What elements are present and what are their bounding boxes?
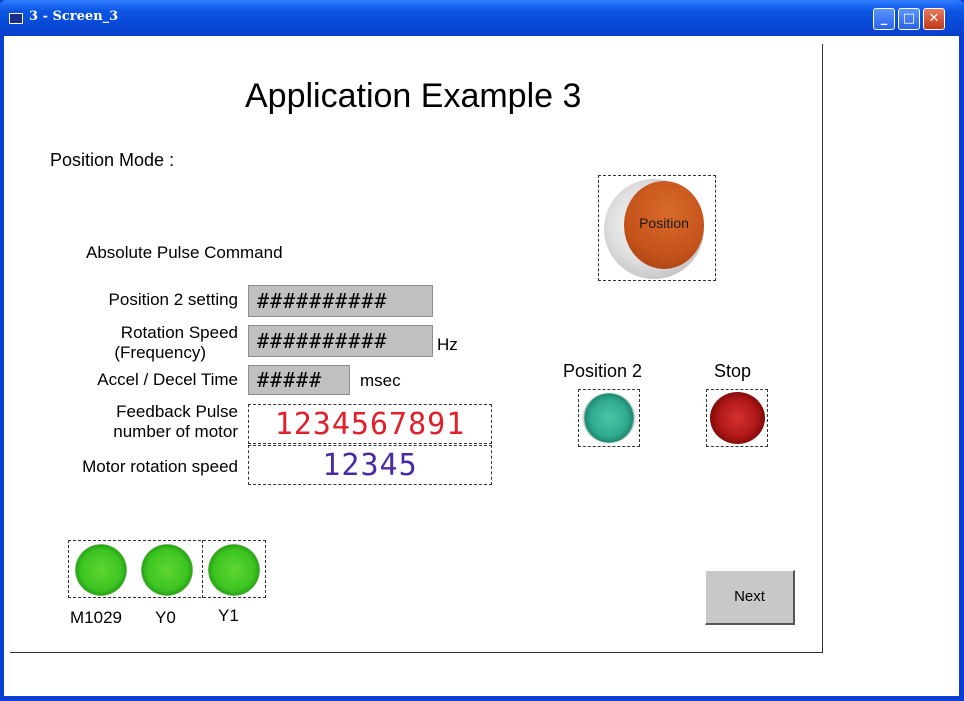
motor-rotation-speed-display: 12345 xyxy=(248,445,492,485)
stop-button[interactable] xyxy=(710,392,765,444)
feedback-pulse-display: 1234567891 xyxy=(248,404,492,444)
maximize-button[interactable]: □ xyxy=(898,8,920,30)
y1-lamp-label: Y1 xyxy=(218,606,239,625)
position2-button-frame[interactable] xyxy=(578,389,640,447)
y0-lamp xyxy=(141,544,193,596)
m1029-lamp-label: M1029 xyxy=(70,608,122,627)
stop-button-label: Stop xyxy=(714,361,752,381)
y0-lamp-label: Y0 xyxy=(155,608,176,627)
msec-unit-label: msec xyxy=(360,371,401,390)
stop-button-frame[interactable] xyxy=(706,389,768,447)
next-button[interactable]: Next xyxy=(705,570,795,625)
lamp-group xyxy=(68,540,266,598)
position-mode-label: Position Mode : xyxy=(50,150,175,170)
application-window: 3 - Screen_3 _ □ ✕ Application Example 3… xyxy=(0,0,964,701)
lamp-divider xyxy=(202,540,203,598)
position2-setting-input[interactable]: ########## xyxy=(248,285,433,317)
feedback-pulse-label: Feedback Pulse number of motor xyxy=(50,402,238,442)
window-title: 3 - Screen_3 xyxy=(29,9,119,24)
position2-setting-label: Position 2 setting xyxy=(108,290,238,309)
rotation-speed-label-line1: Rotation Speed xyxy=(120,323,238,342)
page-title: Application Example 3 xyxy=(245,77,582,115)
accel-decel-label: Accel / Decel Time xyxy=(97,370,238,389)
title-bar[interactable]: 3 - Screen_3 _ □ ✕ xyxy=(0,0,964,36)
position2-button[interactable] xyxy=(582,393,636,443)
minimize-button[interactable]: _ xyxy=(873,8,895,30)
position-button-label: Position xyxy=(639,215,689,231)
m1029-lamp xyxy=(75,544,127,596)
client-area: Application Example 3 Position Mode : Ab… xyxy=(4,36,959,696)
feedback-pulse-label-line1: Feedback Pulse xyxy=(116,402,238,421)
rotation-speed-input[interactable]: ########## xyxy=(248,325,433,357)
absolute-pulse-command-label: Absolute Pulse Command xyxy=(86,243,283,262)
accel-decel-input[interactable]: ##### xyxy=(248,365,350,395)
feedback-pulse-label-line2: number of motor xyxy=(113,422,238,441)
position-button-frame[interactable]: Position xyxy=(598,175,716,281)
rotation-speed-label-line2: (Frequency) xyxy=(114,343,206,362)
hz-unit-label: Hz xyxy=(437,335,458,354)
close-button[interactable]: ✕ xyxy=(923,8,945,30)
y1-lamp xyxy=(208,544,260,596)
monitor-icon xyxy=(9,13,23,24)
position-button[interactable]: Position xyxy=(624,181,704,269)
rotation-speed-label: Rotation Speed (Frequency) xyxy=(50,323,238,363)
position2-button-label: Position 2 xyxy=(563,361,643,381)
hmi-screen: Application Example 3 Position Mode : Ab… xyxy=(10,44,823,653)
motor-rotation-speed-label: Motor rotation speed xyxy=(82,457,238,476)
